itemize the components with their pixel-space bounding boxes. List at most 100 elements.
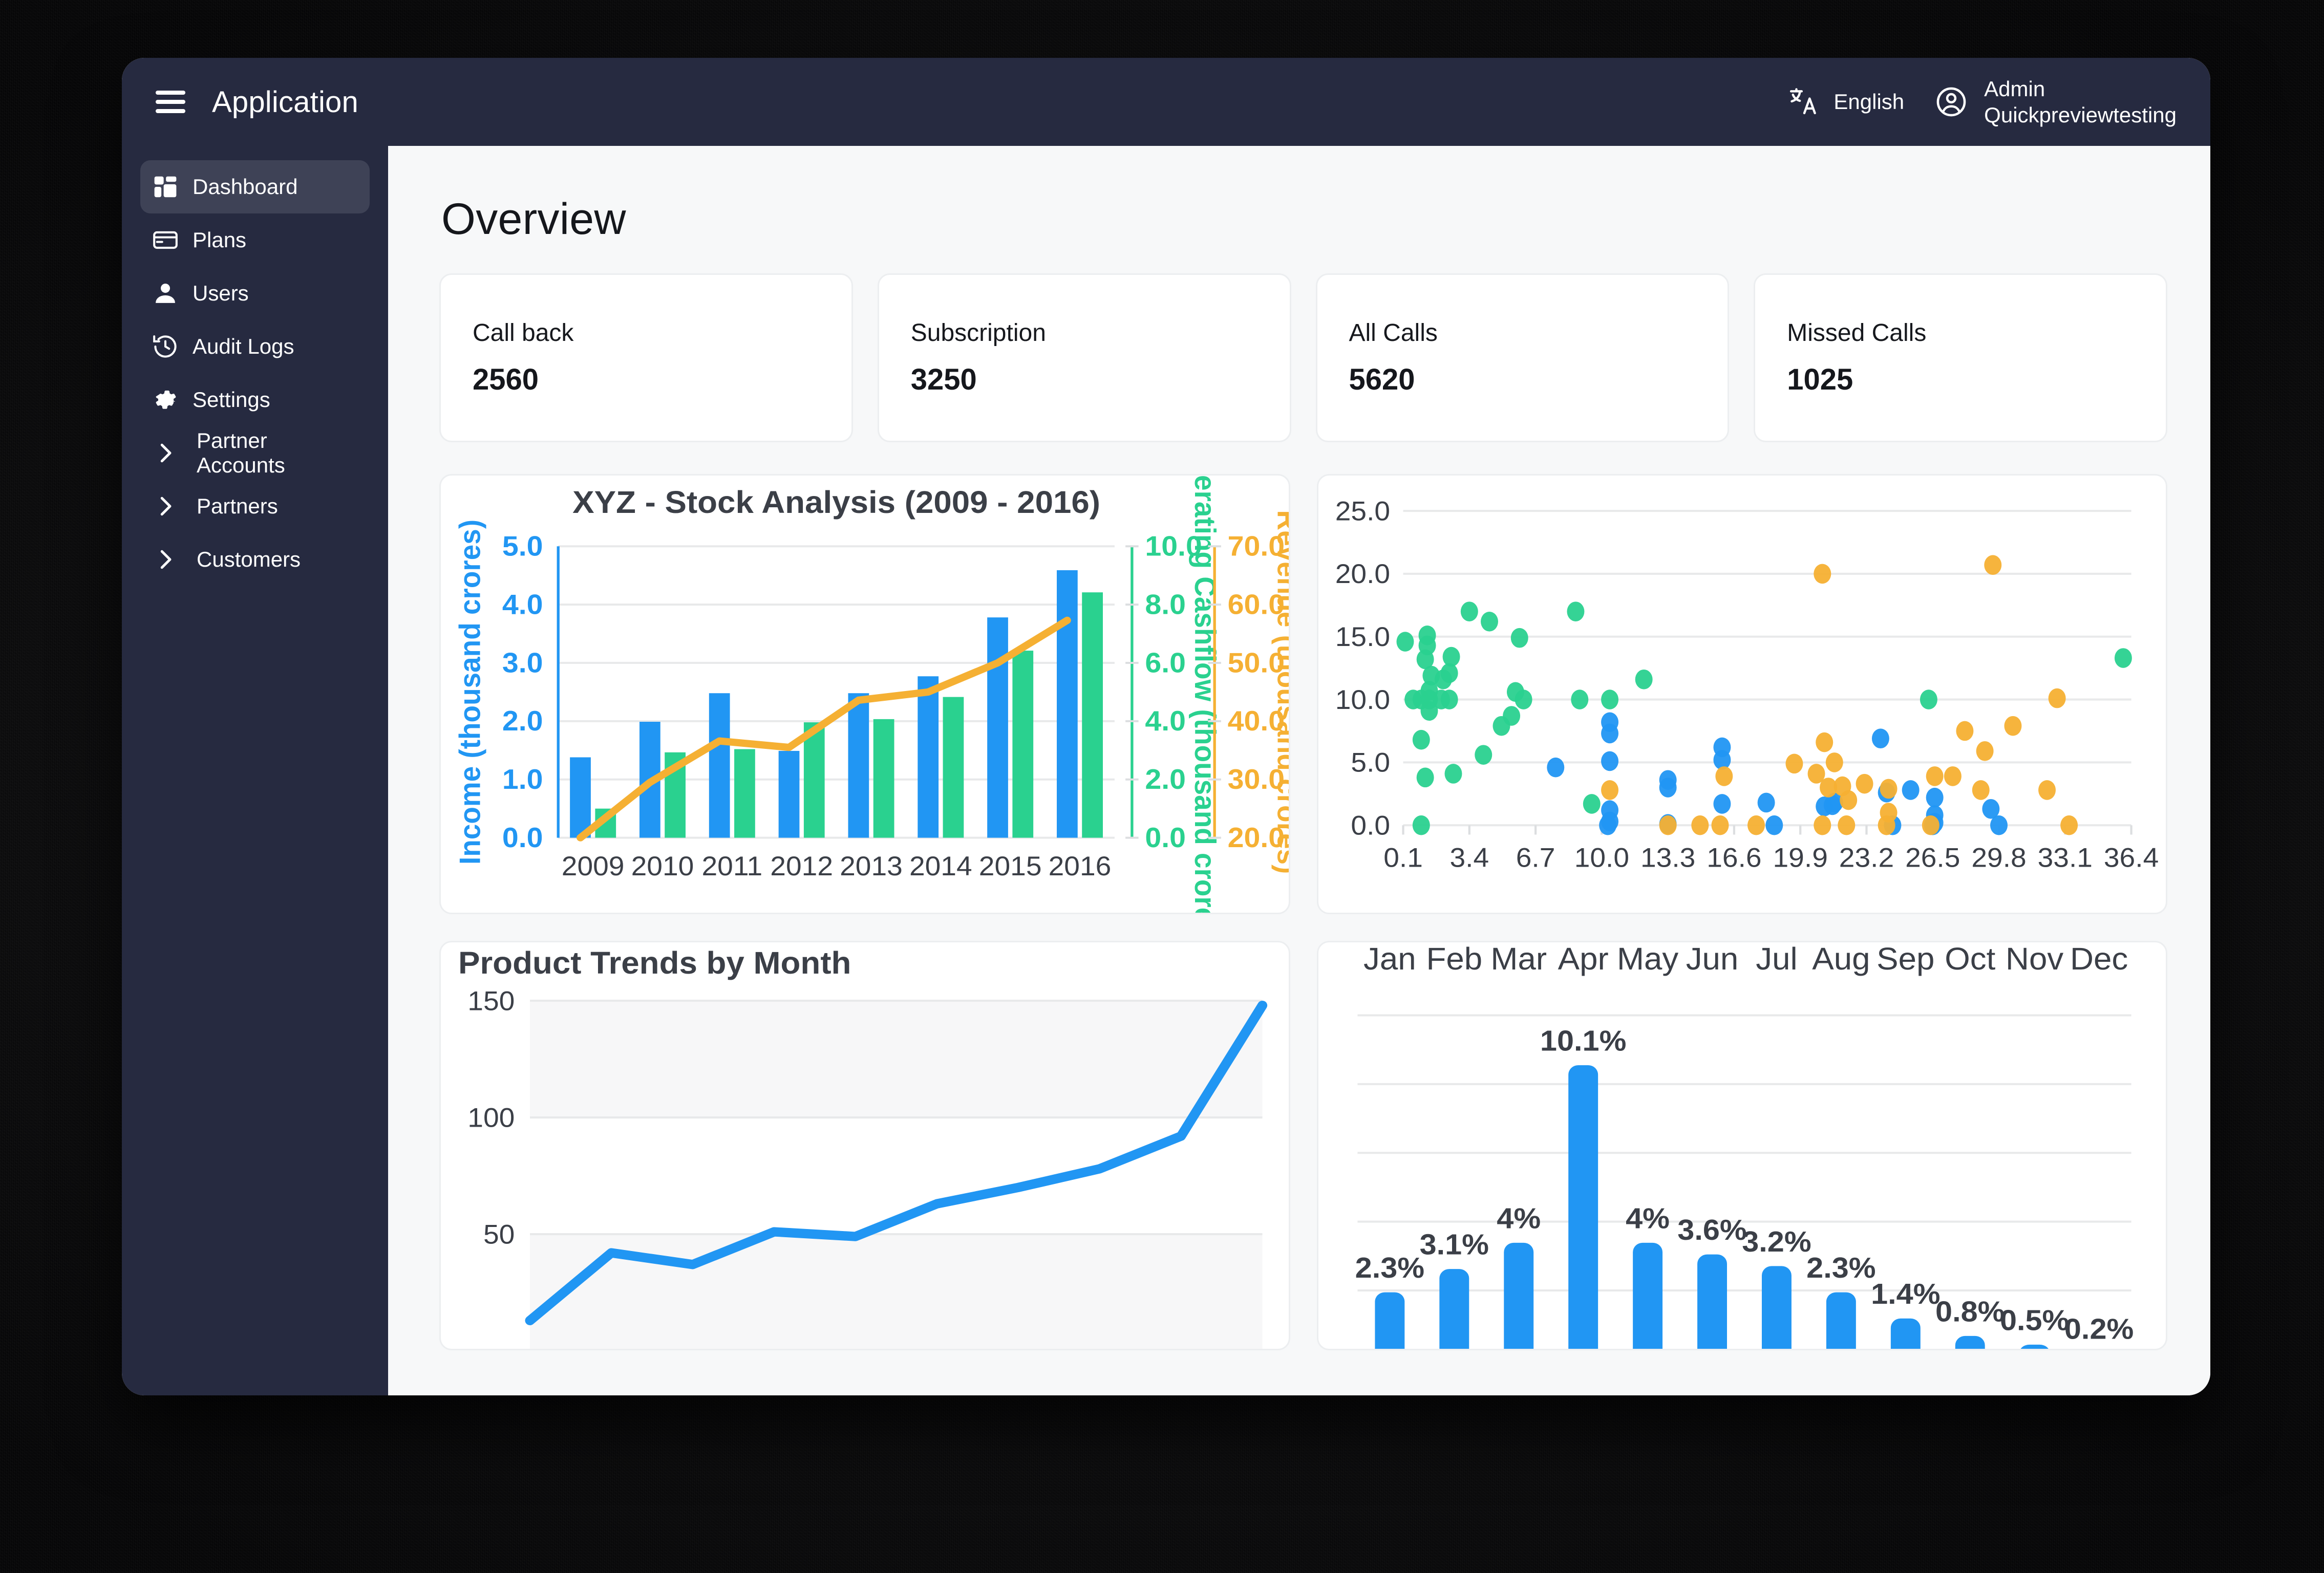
hamburger-menu-icon[interactable] <box>156 91 185 113</box>
y-axis-tick: 50 <box>483 1219 515 1249</box>
y-axis-tick: 100 <box>467 1103 515 1133</box>
scatter-point <box>1840 790 1857 810</box>
chart-title: Product Trends by Month <box>458 946 851 981</box>
y-axis-tick-income: 3.0 <box>502 647 543 678</box>
bar-cashflow <box>943 697 964 838</box>
stat-card-label: Call back <box>473 319 820 347</box>
bar-cashflow <box>1082 592 1103 837</box>
scatter-point <box>1460 601 1478 621</box>
app-title: Application <box>212 85 358 119</box>
scatter-point <box>1659 815 1676 835</box>
stat-card-label: Subscription <box>911 319 1258 347</box>
bar-month <box>1568 1065 1598 1349</box>
band-100-150 <box>530 1001 1263 1117</box>
bar-income <box>848 693 869 837</box>
sidebar-item-users[interactable]: Users <box>140 267 370 320</box>
chart-card-product-trends[interactable]: Product Trends by Month50100150 <box>439 941 1290 1350</box>
scatter-point <box>1635 670 1652 689</box>
header-actions: English Admin Quickpreviewtesting <box>1788 76 2177 128</box>
account-menu[interactable]: Admin Quickpreviewtesting <box>1934 76 2177 128</box>
x-axis-tick-month: Aug <box>1812 942 1870 977</box>
chevron-right-icon <box>152 439 179 467</box>
chart-card-stock-analysis[interactable]: XYZ - Stock Analysis (2009 - 2016)0.01.0… <box>439 474 1290 914</box>
scatter-point <box>1416 768 1434 788</box>
bar-month <box>1761 1266 1791 1349</box>
bar-value-label: 3.1% <box>1419 1229 1488 1261</box>
y-axis-tick: 15.0 <box>1335 622 1390 652</box>
account-name: Quickpreviewtesting <box>1984 102 2177 128</box>
scatter-point <box>2048 688 2065 708</box>
scatter-point <box>1878 815 1895 835</box>
scatter-point <box>1856 774 1873 794</box>
scatter-point <box>1510 628 1528 648</box>
sidebar-item-settings[interactable]: Settings <box>140 373 370 426</box>
scatter-point <box>1838 815 1855 835</box>
history-clock-icon <box>152 333 179 360</box>
dashboard-grid-icon <box>152 173 179 201</box>
bar-income <box>779 751 800 838</box>
x-axis-tick: 2009 <box>562 851 625 881</box>
chevron-right-icon <box>152 546 179 573</box>
bar-month <box>1439 1269 1469 1349</box>
scatter-point <box>1571 689 1588 709</box>
sidebar-item-partner-accounts[interactable]: Partner Accounts <box>140 426 370 480</box>
x-axis-tick-month: May <box>1616 942 1678 977</box>
scatter-point <box>1412 730 1430 750</box>
chart-card-scatter-distribution[interactable]: 0.05.010.015.020.025.00.13.46.710.013.31… <box>1317 474 2168 914</box>
scatter-point <box>1816 732 1833 752</box>
scatter-point <box>1601 689 1618 709</box>
sidebar-item-label: Settings <box>193 387 270 412</box>
scatter-point <box>1747 815 1765 835</box>
x-axis-tick: 16.6 <box>1707 843 1761 873</box>
page-title: Overview <box>441 194 2167 245</box>
credit-card-icon <box>152 226 179 254</box>
stat-card-call-back[interactable]: Call back2560 <box>439 273 853 442</box>
stat-card-missed-calls[interactable]: Missed Calls1025 <box>1754 273 2167 442</box>
chart-card-monthly-percentages[interactable]: JanFebMarAprMayJunJulAugSepOctNovDec2.3%… <box>1317 941 2168 1350</box>
sidebar-item-plans[interactable]: Plans <box>140 213 370 267</box>
y-axis-tick-cashflow: 4.0 <box>1145 705 1186 737</box>
sidebar-item-dashboard[interactable]: Dashboard <box>140 160 370 213</box>
scatter-point <box>1926 788 1943 808</box>
x-axis-tick: 33.1 <box>2037 843 2092 873</box>
scatter-point <box>1601 724 1618 744</box>
bar-value-label: 2.3% <box>1806 1252 1875 1284</box>
x-axis-tick: 2011 <box>702 851 763 881</box>
scatter-point <box>1567 601 1584 621</box>
sidebar-item-audit-logs[interactable]: Audit Logs <box>140 320 370 373</box>
stat-card-all-calls[interactable]: All Calls5620 <box>1316 273 1730 442</box>
scatter-point <box>1984 555 2001 575</box>
bar-income <box>709 693 730 837</box>
y-axis-tick-cashflow: 6.0 <box>1145 647 1186 678</box>
x-axis-tick-month: Jun <box>1686 942 1738 977</box>
y-axis-tick-cashflow: 8.0 <box>1145 589 1186 620</box>
scatter-point <box>1871 728 1889 748</box>
bar-value-label: 0.2% <box>2064 1313 2133 1346</box>
y-axis-label-revenue: Revenue (thousand crores) <box>1271 510 1288 874</box>
scatter-point <box>1990 815 2008 835</box>
stat-card-subscription[interactable]: Subscription3250 <box>878 273 1291 442</box>
app-window: Application English <box>122 58 2210 1395</box>
x-axis-tick: 2014 <box>909 851 972 881</box>
language-selector[interactable]: English <box>1788 86 1904 118</box>
bar-month <box>1697 1255 1727 1349</box>
scatter-point <box>1920 689 1937 709</box>
scatter-point <box>1659 778 1676 798</box>
x-axis-tick: 23.2 <box>1839 843 1893 873</box>
x-axis-tick-month: Oct <box>1945 942 1995 977</box>
scatter-point <box>1515 689 1532 709</box>
sidebar-item-customers[interactable]: Customers <box>140 533 370 586</box>
scatter-point <box>1715 766 1733 786</box>
bar-income <box>987 617 1008 837</box>
user-circle-icon <box>1934 84 1969 119</box>
sidebar-item-label: Partner Accounts <box>197 428 358 478</box>
x-axis-tick: 29.8 <box>1971 843 2026 873</box>
scatter-point <box>1396 632 1414 652</box>
x-axis-tick-month: Apr <box>1558 942 1608 977</box>
x-axis-tick: 10.0 <box>1574 843 1629 873</box>
sidebar-item-partners[interactable]: Partners <box>140 480 370 533</box>
scatter-point <box>1412 815 1430 835</box>
x-axis-tick: 19.9 <box>1773 843 1827 873</box>
translate-icon <box>1788 86 1820 118</box>
bar-value-label: 4% <box>1626 1202 1670 1235</box>
